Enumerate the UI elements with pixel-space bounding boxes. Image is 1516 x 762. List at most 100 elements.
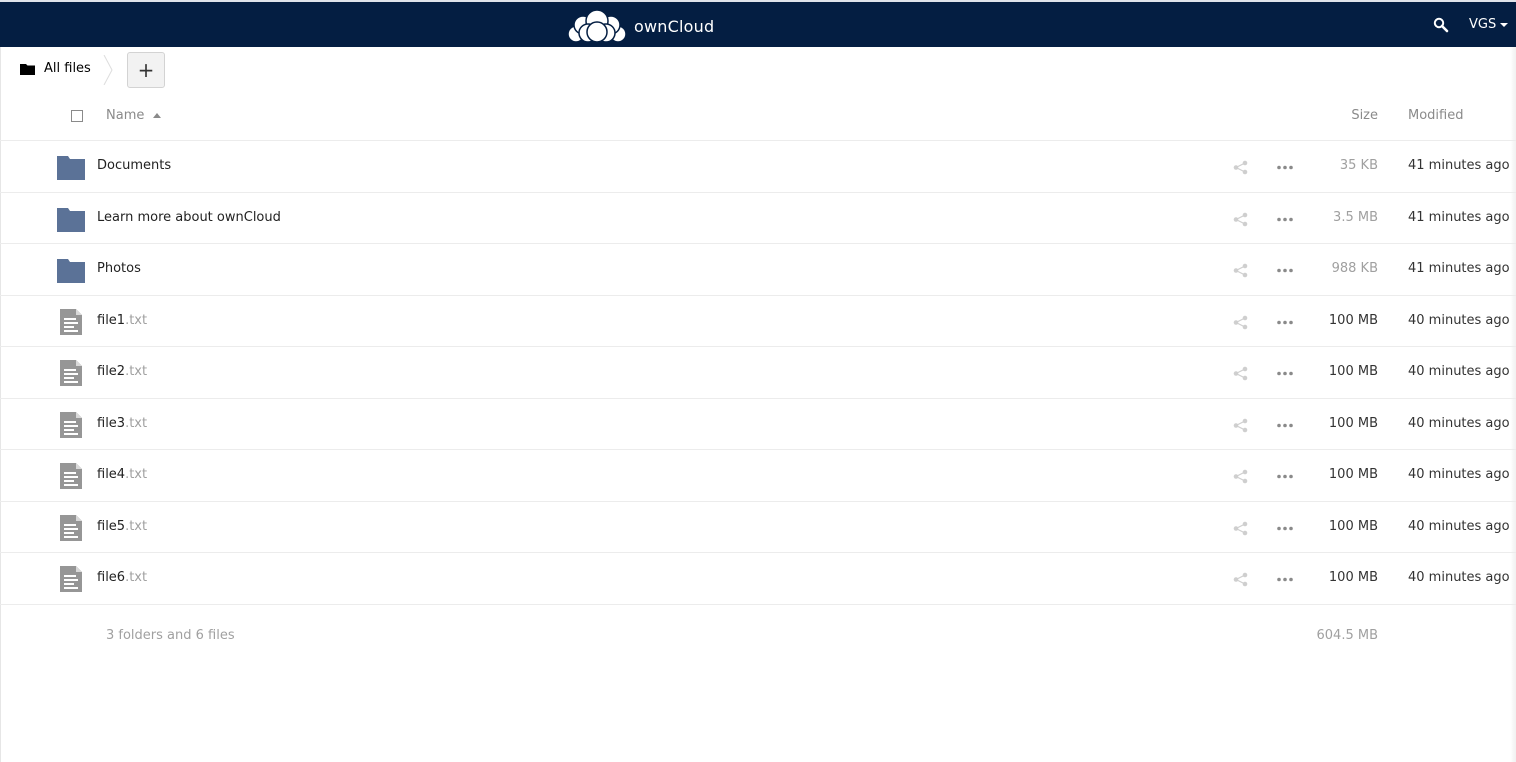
breadcrumb-all-files[interactable]: All files bbox=[20, 61, 91, 76]
file-modified: 41 minutes ago bbox=[1408, 261, 1510, 276]
more-actions-icon[interactable] bbox=[1277, 423, 1293, 428]
select-all-checkbox[interactable] bbox=[71, 110, 83, 122]
share-icon[interactable] bbox=[1233, 366, 1248, 381]
file-name[interactable]: file6.txt bbox=[97, 570, 147, 585]
file-modified: 40 minutes ago bbox=[1408, 312, 1510, 328]
file-basename: file1 bbox=[97, 312, 126, 328]
file-basename: file4 bbox=[97, 467, 126, 482]
table-row[interactable]: file3.txt 100 MB 40 minutes ago bbox=[0, 399, 1516, 450]
file-list: Documents 35 KB 41 minutes ago Learn more a… bbox=[0, 141, 1516, 605]
file-name[interactable]: file4.txt bbox=[97, 467, 147, 482]
summary-row: 3 folders and 6 files 604.5 MB bbox=[0, 620, 1516, 650]
table-row[interactable]: file1.txt 100 MB 40 minutes ago bbox=[0, 296, 1516, 347]
share-icon[interactable] bbox=[1233, 160, 1248, 175]
file-size: 100 MB bbox=[1328, 312, 1378, 328]
table-row[interactable]: file5.txt 100 MB 40 minutes ago bbox=[0, 502, 1516, 553]
text-file-icon bbox=[60, 308, 82, 335]
file-extension: .txt bbox=[125, 312, 148, 328]
file-name[interactable]: file3.txt bbox=[97, 416, 147, 431]
summary-text: 3 folders and 6 files bbox=[106, 628, 235, 643]
file-size: 100 MB bbox=[1328, 467, 1378, 482]
file-size: 100 MB bbox=[1328, 364, 1378, 379]
text-file-icon bbox=[60, 566, 82, 592]
file-name[interactable]: Photos bbox=[97, 261, 141, 276]
file-modified: 41 minutes ago bbox=[1408, 158, 1510, 173]
file-size: 100 MB bbox=[1328, 415, 1378, 431]
owncloud-cloud-icon bbox=[567, 9, 627, 43]
table-row[interactable]: file6.txt 100 MB 40 minutes ago bbox=[0, 553, 1516, 605]
text-file-icon bbox=[60, 514, 82, 541]
share-icon[interactable] bbox=[1233, 263, 1248, 278]
file-basename: Documents bbox=[97, 158, 172, 173]
breadcrumb-label: All files bbox=[44, 61, 91, 76]
file-name[interactable]: Documents bbox=[97, 158, 171, 173]
share-icon[interactable] bbox=[1233, 572, 1248, 587]
more-actions-icon[interactable] bbox=[1277, 577, 1293, 582]
file-name[interactable]: file2.txt bbox=[97, 364, 147, 379]
app-header: ownCloud VGS bbox=[0, 2, 1516, 47]
file-size: 35 KB bbox=[1339, 158, 1378, 173]
breadcrumb-separator bbox=[103, 55, 113, 85]
folder-icon bbox=[57, 156, 85, 180]
app-logo[interactable]: ownCloud bbox=[566, 9, 714, 43]
file-extension: .txt bbox=[125, 570, 148, 585]
folder-icon bbox=[20, 63, 35, 75]
folder-icon bbox=[57, 259, 85, 283]
controls-bar: All files + bbox=[0, 47, 1516, 92]
file-size: 100 MB bbox=[1328, 570, 1378, 585]
file-modified: 40 minutes ago bbox=[1408, 570, 1510, 585]
column-size[interactable]: Size bbox=[1351, 108, 1378, 123]
file-modified: 40 minutes ago bbox=[1408, 518, 1510, 534]
table-row[interactable]: Photos 988 KB 41 minutes ago bbox=[0, 244, 1516, 296]
search-icon[interactable] bbox=[1433, 17, 1449, 33]
file-basename: file2 bbox=[97, 364, 126, 379]
file-extension: .txt bbox=[125, 467, 148, 482]
file-name[interactable]: Learn more about ownCloud bbox=[97, 210, 281, 225]
more-actions-icon[interactable] bbox=[1277, 526, 1293, 531]
caret-down-icon bbox=[1500, 22, 1509, 27]
file-extension: .txt bbox=[125, 364, 148, 379]
text-file-icon bbox=[60, 411, 82, 438]
share-icon[interactable] bbox=[1233, 469, 1248, 484]
column-modified[interactable]: Modified bbox=[1408, 108, 1463, 123]
file-modified: 40 minutes ago bbox=[1408, 415, 1510, 431]
text-file-icon bbox=[60, 360, 82, 386]
file-basename: file5 bbox=[97, 518, 126, 534]
file-name[interactable]: file5.txt bbox=[97, 519, 147, 534]
folder-icon bbox=[57, 207, 85, 232]
user-menu[interactable]: VGS bbox=[1469, 17, 1509, 32]
more-actions-icon[interactable] bbox=[1277, 165, 1293, 170]
more-actions-icon[interactable] bbox=[1277, 474, 1293, 479]
file-modified: 40 minutes ago bbox=[1408, 364, 1510, 379]
share-icon[interactable] bbox=[1233, 315, 1248, 330]
table-row[interactable]: file2.txt 100 MB 40 minutes ago bbox=[0, 347, 1516, 399]
file-size: 988 KB bbox=[1331, 261, 1378, 276]
table-row[interactable]: file4.txt 100 MB 40 minutes ago bbox=[0, 450, 1516, 502]
text-file-icon bbox=[60, 463, 82, 489]
file-extension: .txt bbox=[125, 518, 148, 534]
share-icon[interactable] bbox=[1233, 521, 1248, 536]
share-icon[interactable] bbox=[1233, 212, 1248, 227]
summary-total-size: 604.5 MB bbox=[1316, 628, 1378, 643]
column-name[interactable]: Name bbox=[106, 108, 162, 123]
sort-ascending-icon bbox=[153, 113, 162, 118]
table-row[interactable]: Documents 35 KB 41 minutes ago bbox=[0, 141, 1516, 193]
column-name-label: Name bbox=[106, 108, 145, 123]
file-basename: file3 bbox=[97, 415, 126, 431]
user-name: VGS bbox=[1469, 17, 1497, 32]
more-actions-icon[interactable] bbox=[1277, 268, 1293, 273]
more-actions-icon[interactable] bbox=[1277, 320, 1293, 325]
share-icon[interactable] bbox=[1233, 418, 1248, 433]
file-name[interactable]: file1.txt bbox=[97, 313, 147, 328]
table-header: Name Size Modified bbox=[0, 92, 1516, 141]
file-modified: 41 minutes ago bbox=[1408, 209, 1510, 225]
file-size: 3.5 MB bbox=[1333, 209, 1378, 225]
new-button[interactable]: + bbox=[127, 52, 165, 88]
app-name: ownCloud bbox=[634, 16, 715, 36]
file-size: 100 MB bbox=[1328, 518, 1378, 534]
table-row[interactable]: Learn more about ownCloud 3.5 MB 41 minute… bbox=[0, 193, 1516, 244]
more-actions-icon[interactable] bbox=[1277, 217, 1293, 222]
more-actions-icon[interactable] bbox=[1277, 371, 1293, 376]
file-extension: .txt bbox=[125, 415, 148, 431]
file-basename: Photos bbox=[97, 261, 141, 276]
